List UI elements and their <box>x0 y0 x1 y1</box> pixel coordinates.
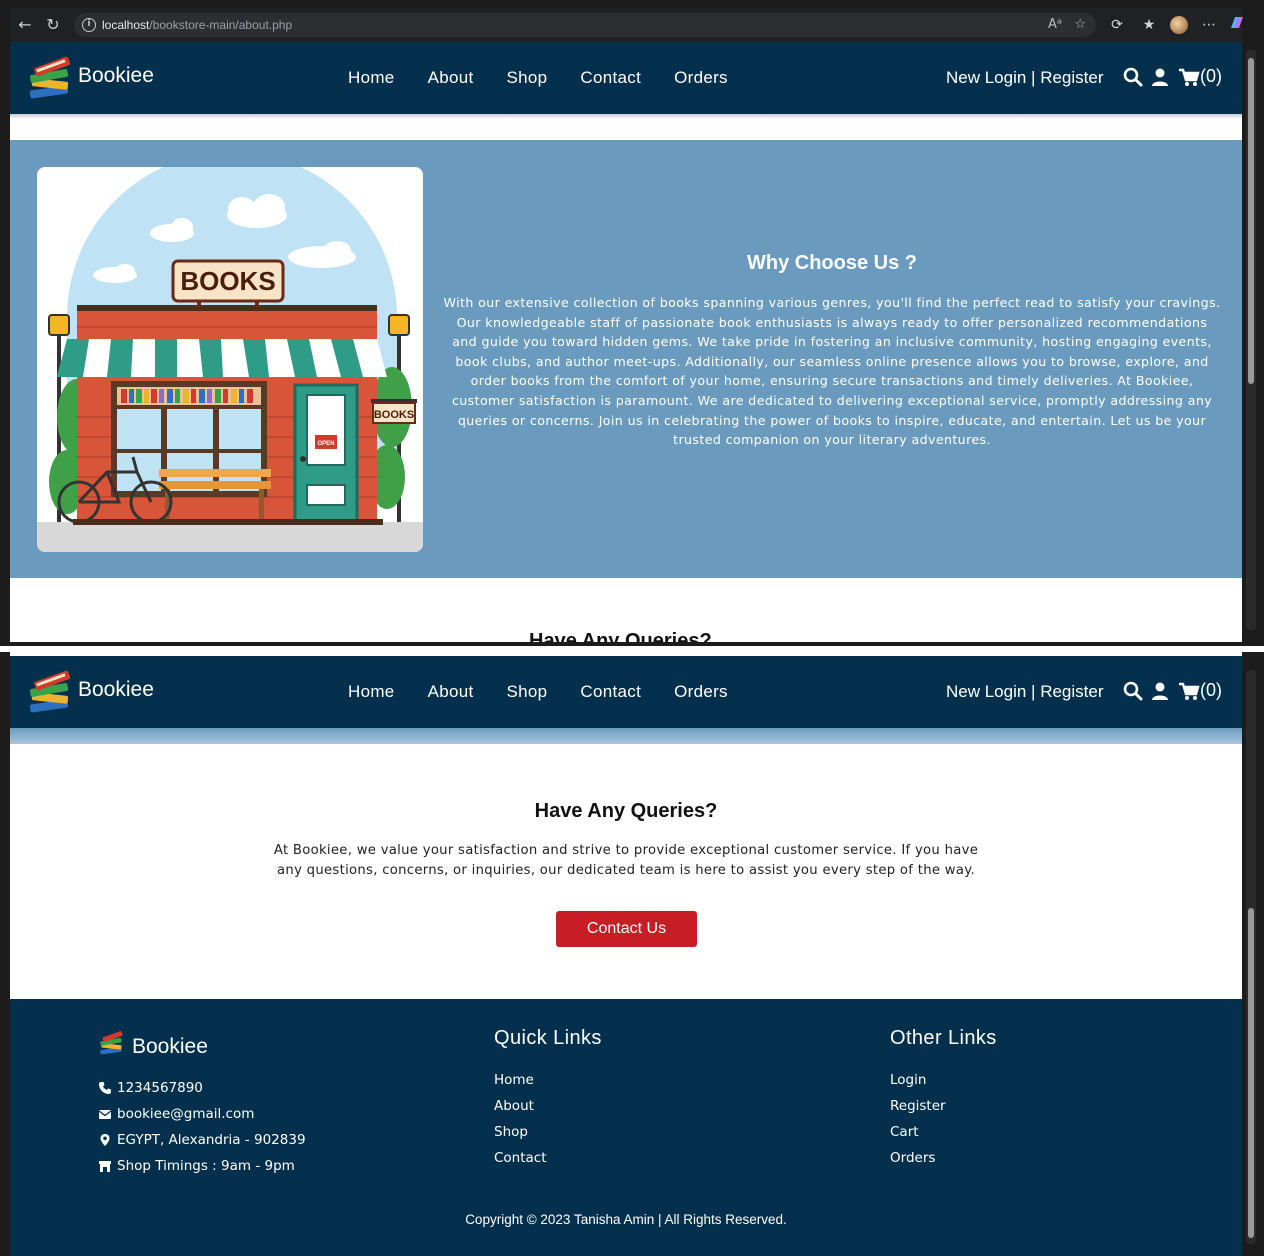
footer-email[interactable]: bookiee@gmail.com <box>117 1101 254 1127</box>
nav-shop[interactable]: Shop <box>507 68 548 88</box>
profile-avatar[interactable] <box>1168 14 1190 36</box>
login-register-link[interactable]: New Login | Register <box>946 682 1104 702</box>
address-bar[interactable]: i localhost/bookstore-main/about.php Aᵃ … <box>74 13 1096 37</box>
footer-link-cart[interactable]: Cart <box>890 1119 946 1145</box>
back-icon[interactable]: ← <box>14 14 36 36</box>
main-nav: Home About Shop Contact Orders <box>348 682 728 702</box>
window-frame-right <box>1242 0 1264 646</box>
queries-title: Have Any Queries? <box>534 800 718 822</box>
reload-icon[interactable]: ↻ <box>42 14 64 36</box>
site-header-2: Bookiee Home About Shop Contact Orders N… <box>10 656 1242 728</box>
cart-count[interactable]: (0) <box>1200 680 1222 701</box>
url-host: localhost <box>102 18 150 32</box>
queries-text: At Bookiee, we value your satisfaction a… <box>273 843 979 878</box>
footer-link-home[interactable]: Home <box>494 1067 547 1093</box>
quick-links-title: Quick Links <box>494 1027 602 1049</box>
window-frame-left-2 <box>0 652 10 1256</box>
nav-contact[interactable]: Contact <box>580 68 641 88</box>
location-pin-icon <box>100 1134 110 1146</box>
scrollbar-2[interactable] <box>1246 670 1256 1244</box>
browser-toolbar: ← ↻ i localhost/bookstore-main/about.php… <box>10 8 1243 42</box>
scrollbar[interactable] <box>1246 50 1256 630</box>
books-logo-icon[interactable] <box>26 668 76 716</box>
why-choose-title: Why Choose Us ? <box>746 252 917 274</box>
nav-shop[interactable]: Shop <box>507 682 548 702</box>
read-aloud-icon[interactable]: Aᵃ <box>1048 17 1062 32</box>
site-footer: Bookiee 1234567890 bookiee@gmail.com EGY… <box>10 999 1242 1256</box>
search-icon[interactable] <box>1122 680 1144 702</box>
why-choose-section: BOOKS OPEN BOOKS Why Choose Us ? With ou… <box>10 140 1242 578</box>
copyright-text: Copyright © 2023 Tanisha Amin | All Righ… <box>465 1212 787 1227</box>
cart-icon[interactable] <box>1178 680 1200 702</box>
why-choose-text: With our extensive collection of books s… <box>443 295 1221 448</box>
cart-icon[interactable] <box>1178 66 1200 88</box>
footer-timings: Shop Timings : 9am - 9pm <box>117 1158 295 1174</box>
brand-name[interactable]: Bookiee <box>78 64 154 88</box>
extensions-icon[interactable]: ⟳ <box>1106 14 1128 36</box>
nav-home[interactable]: Home <box>348 68 395 88</box>
quick-links: Home About Shop Contact <box>494 1067 547 1171</box>
scrollbar-thumb-2[interactable] <box>1248 908 1254 1238</box>
nav-about[interactable]: About <box>428 682 474 702</box>
window-frame-left <box>0 0 10 646</box>
copilot-icon[interactable] <box>1226 14 1248 36</box>
other-links: Login Register Cart Orders <box>890 1067 946 1171</box>
books-logo-icon[interactable] <box>26 54 76 102</box>
envelope-icon <box>98 1110 112 1119</box>
site-header: Bookiee Home About Shop Contact Orders N… <box>10 42 1242 114</box>
favorites-icon[interactable]: ★ <box>1138 14 1160 36</box>
favorite-star-icon[interactable]: ☆ <box>1074 17 1086 32</box>
screenshot-bottom: Bookiee Home About Shop Contact Orders N… <box>0 652 1264 1256</box>
user-icon[interactable] <box>1149 66 1171 88</box>
login-register-link[interactable]: New Login | Register <box>946 68 1104 88</box>
nav-contact[interactable]: Contact <box>580 682 641 702</box>
side-sign-text: BOOKS <box>374 409 414 421</box>
nav-home[interactable]: Home <box>348 682 395 702</box>
footer-brand: Bookiee <box>132 1035 208 1058</box>
footer-phone: 1234567890 <box>117 1080 203 1096</box>
search-icon[interactable] <box>1122 66 1144 88</box>
main-nav: Home About Shop Contact Orders <box>348 68 728 88</box>
bookstore-illustration: BOOKS OPEN BOOKS <box>37 167 423 552</box>
window-frame-top <box>0 0 1264 8</box>
window-frame-right-2 <box>1242 652 1264 1256</box>
books-sign-text: BOOKS <box>180 266 275 296</box>
footer-link-contact[interactable]: Contact <box>494 1145 547 1171</box>
scrollbar-thumb[interactable] <box>1248 58 1254 384</box>
url-path: /bookstore-main/about.php <box>149 18 293 32</box>
footer-address: EGYPT, Alexandria - 902839 <box>117 1132 306 1148</box>
nav-orders[interactable]: Orders <box>674 68 728 88</box>
open-sign-text: OPEN <box>317 441 334 447</box>
screenshot-top: ← ↻ i localhost/bookstore-main/about.php… <box>0 0 1264 646</box>
brand-name[interactable]: Bookiee <box>78 678 154 702</box>
books-logo-icon <box>100 1031 123 1055</box>
site-info-icon[interactable]: i <box>82 18 96 32</box>
spacer <box>10 119 1242 140</box>
more-menu-icon[interactable]: ⋯ <box>1198 14 1220 36</box>
footer-link-register[interactable]: Register <box>890 1093 946 1119</box>
user-icon[interactable] <box>1149 680 1171 702</box>
section-edge <box>10 728 1242 744</box>
footer-link-orders[interactable]: Orders <box>890 1145 946 1171</box>
phone-icon <box>99 1082 111 1094</box>
footer-link-login[interactable]: Login <box>890 1067 946 1093</box>
footer-contact: 1234567890 bookiee@gmail.com EGYPT, Alex… <box>98 1075 306 1179</box>
contact-us-button[interactable]: Contact Us <box>556 911 697 947</box>
other-links-title: Other Links <box>890 1027 997 1049</box>
footer-link-about[interactable]: About <box>494 1093 547 1119</box>
store-icon <box>99 1161 111 1172</box>
nav-orders[interactable]: Orders <box>674 682 728 702</box>
nav-about[interactable]: About <box>428 68 474 88</box>
cart-count[interactable]: (0) <box>1200 66 1222 87</box>
footer-link-shop[interactable]: Shop <box>494 1119 547 1145</box>
